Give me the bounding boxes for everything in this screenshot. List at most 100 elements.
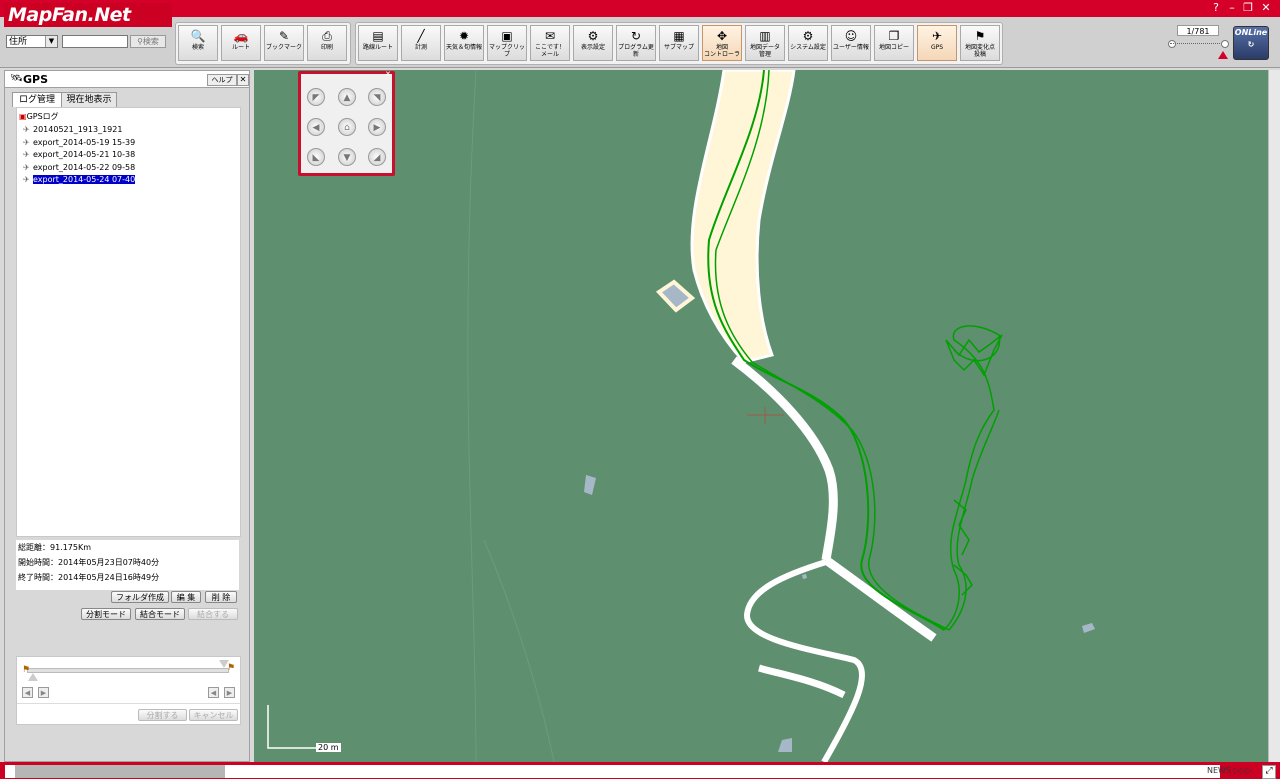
log-item-label: export_2014-05-19 15-39 [33, 137, 136, 147]
main-tool-button-3[interactable]: ⎙ 印刷 [307, 25, 347, 61]
pan-up-left-icon[interactable]: ◤ [307, 88, 325, 106]
pan-down-icon[interactable]: ▼ [338, 148, 356, 166]
panel-close-button[interactable]: ✕ [237, 74, 249, 86]
building [778, 738, 792, 752]
close-window-button[interactable]: ✕ [1258, 1, 1274, 15]
search-mode-select[interactable]: 住所 ▼ [6, 35, 58, 48]
cancel-button[interactable]: キャンセル [189, 709, 238, 721]
sun-icon: ✹ [458, 29, 470, 43]
folder-icon: ▣ [19, 112, 27, 121]
create-folder-button[interactable]: フォルダ作成 [111, 591, 169, 603]
log-item[interactable]: ✈ 20140521_1913_1921 [23, 125, 122, 135]
map-drawing [267, 70, 1095, 762]
tool-button-14[interactable]: ⚑ 地図変化点 投稿 [960, 25, 1000, 61]
tool-button-label: 天気＆旬情報 [445, 44, 482, 51]
tool-button-label: ここです！ メール [534, 44, 565, 58]
main-tool-button-label: ブックマーク [265, 44, 302, 51]
tool-button-10[interactable]: ⚙ システム設定 [788, 25, 828, 61]
tool-button-label: 計測 [414, 44, 427, 51]
zoom-in-icon[interactable] [1221, 40, 1229, 48]
status-scroll-thumb[interactable] [15, 765, 225, 778]
zoom-slider[interactable] [1170, 43, 1228, 46]
log-item[interactable]: ✈ export_2014-05-19 15-39 [23, 138, 135, 148]
pan-down-left-icon[interactable]: ◣ [307, 148, 325, 166]
tree-root[interactable]: ▣GPSログ [19, 112, 59, 122]
gps-track [948, 409, 1000, 631]
start-next-button[interactable]: ▶ [38, 687, 49, 698]
expand-icon[interactable]: ⤢ [1262, 765, 1276, 779]
log-item[interactable]: ✈ export_2014-05-24 07-40 [23, 175, 136, 185]
online-button[interactable]: ONLine ↻ [1233, 26, 1269, 60]
road [731, 356, 838, 561]
end-handle[interactable] [219, 660, 229, 668]
pan-down-right-icon[interactable]: ◢ [368, 148, 386, 166]
tool-button-4[interactable]: ✉ ここです！ メール [530, 25, 570, 61]
main-tool-button-1[interactable]: 🚗 ルート [221, 25, 261, 61]
tool-button-9[interactable]: ▥ 地図データ 管理 [745, 25, 785, 61]
tool-button-5[interactable]: ⚙ 表示設定 [573, 25, 613, 61]
merge-mode-button[interactable]: 結合モード [135, 608, 185, 620]
bookmark-icon: ✎ [278, 29, 290, 43]
tool-button-0[interactable]: ▤ 路線ルート [358, 25, 398, 61]
tool-button-1[interactable]: ╱ 計測 [401, 25, 441, 61]
road [823, 556, 937, 642]
gps-panel: 🛰 GPS ヘルプ ✕ ログ管理 現在地表示 ▣GPSログ ✈ 20140521_… [4, 70, 250, 762]
tool-button-label: 地図データ 管理 [749, 44, 780, 58]
search-button[interactable]: ⚲検索 [130, 35, 166, 48]
end-next-button[interactable]: ▶ [224, 687, 235, 698]
merge-button[interactable]: 結合する [188, 608, 238, 620]
help-window-button[interactable]: ? [1208, 1, 1224, 15]
pan-left-icon[interactable]: ◀ [307, 118, 325, 136]
tab-current-location[interactable]: 現在地表示 [61, 92, 117, 107]
crosshair-icon [747, 407, 784, 424]
display-icon: ⚙ [587, 29, 599, 43]
log-item-label: export_2014-05-22 09-58 [33, 162, 136, 172]
trim-track[interactable] [27, 668, 229, 673]
restore-button[interactable]: ❐ [1240, 1, 1256, 15]
edit-button[interactable]: 編 集 [171, 591, 201, 603]
controller-close-icon[interactable]: ✕ [385, 71, 393, 78]
ruler-icon: ╱ [417, 29, 425, 43]
tool-button-label: プログラム更新 [618, 44, 654, 58]
tool-button-11[interactable]: ☺ ユーザー情報 [831, 25, 871, 61]
tool-button-8[interactable]: ✥ 地図 コントローラ [702, 25, 742, 61]
map-canvas[interactable] [254, 70, 1268, 762]
search-input[interactable] [62, 35, 128, 48]
pan-right-icon[interactable]: ▶ [368, 118, 386, 136]
start-prev-button[interactable]: ◀ [22, 687, 33, 698]
log-item[interactable]: ✈ export_2014-05-21 10-38 [23, 150, 135, 160]
delete-button[interactable]: 削 除 [205, 591, 237, 603]
split-button[interactable]: 分割する [138, 709, 187, 721]
home-icon[interactable]: ⌂ [338, 118, 356, 136]
panel-header: 🛰 GPS ヘルプ ✕ [5, 71, 249, 88]
update-icon: ↻ [630, 29, 642, 43]
start-handle[interactable] [28, 673, 38, 681]
tool-button-2[interactable]: ✹ 天気＆旬情報 [444, 25, 484, 61]
clip-icon: ▣ [501, 29, 513, 43]
minimize-button[interactable]: – [1224, 1, 1240, 15]
split-mode-button[interactable]: 分割モード [81, 608, 131, 620]
pan-up-icon[interactable]: ▲ [338, 88, 356, 106]
news-link[interactable]: NEWS ▷▷▷ [1207, 766, 1252, 775]
main-tool-button-0[interactable]: 🔍 検索 [178, 25, 218, 61]
tool-button-label: 地図 コントローラ [703, 44, 740, 58]
help-button[interactable]: ヘルプ [207, 74, 237, 86]
pan-up-right-icon[interactable]: ◥ [368, 88, 386, 106]
gps-satellite-icon: ✈ [931, 29, 943, 43]
tool-button-13[interactable]: ✈ GPS [917, 25, 957, 61]
main-tool-button-2[interactable]: ✎ ブックマーク [264, 25, 304, 61]
gear-icon: ⚙ [802, 29, 814, 43]
gps-log-icon: ✈ [23, 137, 30, 147]
end-prev-button[interactable]: ◀ [208, 687, 219, 698]
tool-button-7[interactable]: ▦ サブマップ [659, 25, 699, 61]
tool-button-6[interactable]: ↻ プログラム更新 [616, 25, 656, 61]
tool-button-12[interactable]: ❐ 地図コピー [874, 25, 914, 61]
tab-log-management[interactable]: ログ管理 [12, 92, 62, 107]
train-icon: ▤ [372, 29, 384, 43]
tool-button-3[interactable]: ▣ マップクリップ [487, 25, 527, 61]
log-item-label: export_2014-05-24 07-40 [33, 175, 136, 184]
online-label: ONLine [1234, 28, 1268, 37]
vertical-scrollbar[interactable] [1268, 70, 1280, 762]
log-item[interactable]: ✈ export_2014-05-22 09-58 [23, 163, 135, 173]
building [584, 475, 596, 495]
